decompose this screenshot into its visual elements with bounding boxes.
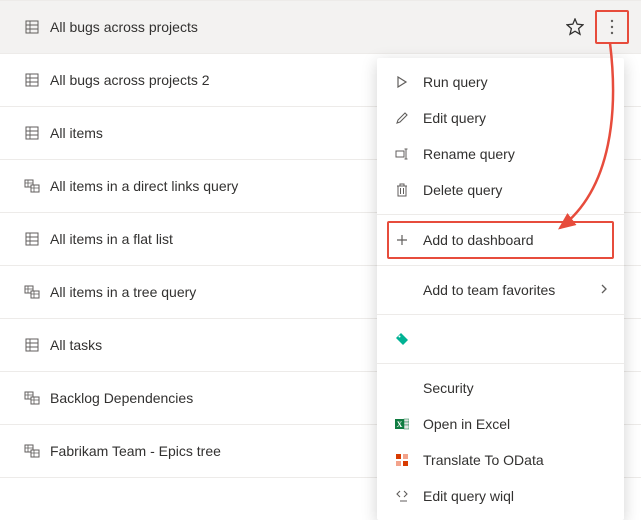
menu-add-team-favorites[interactable]: Add to team favorites — [377, 272, 624, 308]
direct-links-icon — [24, 178, 40, 194]
tag-icon — [393, 330, 411, 348]
svg-text:X: X — [397, 420, 403, 429]
menu-divider — [377, 214, 624, 215]
tree-icon — [24, 284, 40, 300]
flat-list-icon — [24, 231, 40, 247]
menu-run-query[interactable]: Run query — [377, 64, 624, 100]
menu-divider — [377, 314, 624, 315]
plus-icon — [393, 231, 411, 249]
query-row[interactable]: All bugs across projects — [0, 1, 641, 54]
menu-label: Edit query wiql — [423, 488, 608, 504]
rename-icon — [393, 145, 411, 163]
menu-label: Security — [423, 380, 608, 396]
flat-list-icon — [24, 125, 40, 141]
play-icon — [393, 73, 411, 91]
menu-label: Delete query — [423, 182, 608, 198]
menu-security[interactable]: Security — [377, 370, 624, 406]
more-actions-button[interactable] — [595, 10, 629, 44]
menu-open-excel[interactable]: X Open in Excel — [377, 406, 624, 442]
menu-label: Rename query — [423, 146, 608, 162]
menu-add-to-dashboard[interactable]: Add to dashboard — [387, 221, 614, 259]
flat-list-icon — [24, 337, 40, 353]
menu-label: Add to team favorites — [423, 282, 600, 298]
tree-icon — [24, 443, 40, 459]
menu-tags[interactable] — [377, 321, 624, 357]
context-menu: Run query Edit query Rename query Delete… — [377, 58, 624, 520]
menu-delete-query[interactable]: Delete query — [377, 172, 624, 208]
blank-icon — [393, 379, 411, 397]
menu-divider — [377, 363, 624, 364]
direct-links-icon — [24, 390, 40, 406]
menu-translate-odata[interactable]: Translate To OData — [377, 442, 624, 478]
blank-icon — [393, 281, 411, 299]
menu-label: Open in Excel — [423, 416, 608, 432]
menu-edit-query[interactable]: Edit query — [377, 100, 624, 136]
menu-label: Translate To OData — [423, 452, 608, 468]
menu-divider — [377, 265, 624, 266]
trash-icon — [393, 181, 411, 199]
menu-rename-query[interactable]: Rename query — [377, 136, 624, 172]
flat-list-icon — [24, 19, 40, 35]
favorite-star-button[interactable] — [563, 15, 587, 39]
query-label: All bugs across projects — [50, 19, 563, 35]
menu-label: Run query — [423, 74, 608, 90]
pencil-icon — [393, 109, 411, 127]
menu-label: Edit query — [423, 110, 608, 126]
menu-label: Add to dashboard — [423, 232, 608, 248]
wiql-icon — [393, 487, 411, 505]
odata-icon — [393, 451, 411, 469]
flat-list-icon — [24, 72, 40, 88]
menu-edit-wiql[interactable]: Edit query wiql — [377, 478, 624, 514]
chevron-right-icon — [600, 283, 608, 297]
excel-icon: X — [393, 415, 411, 433]
